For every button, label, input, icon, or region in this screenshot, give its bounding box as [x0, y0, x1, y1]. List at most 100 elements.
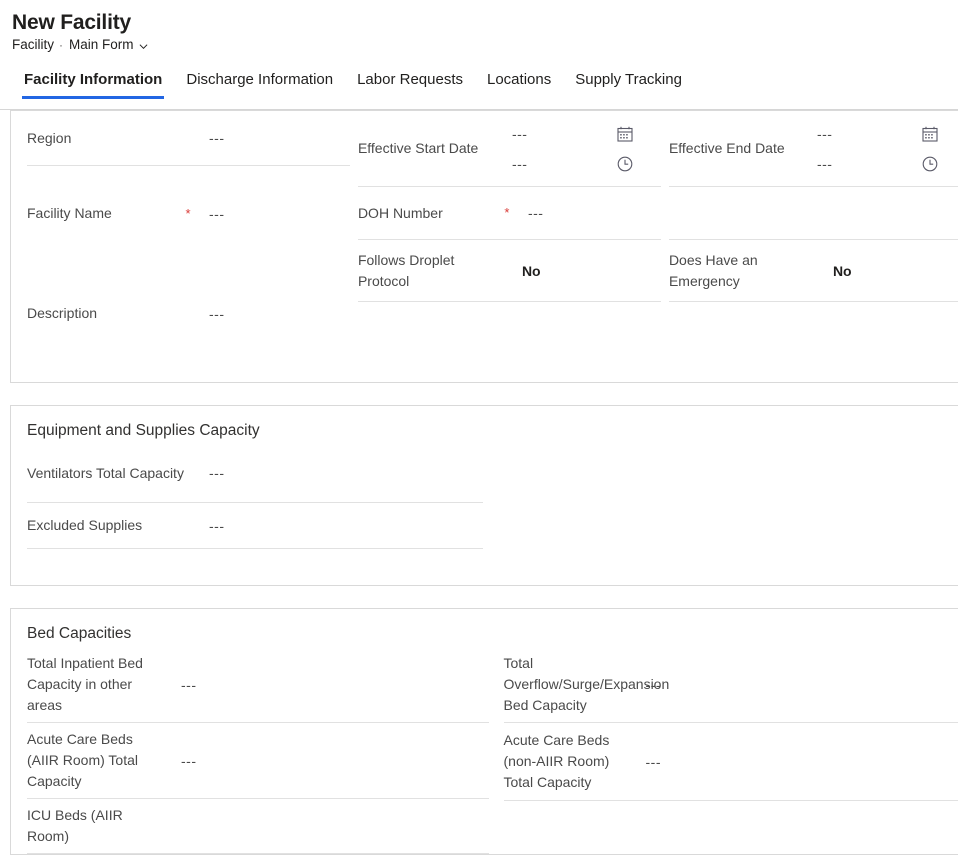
section-columns: Ventilators Total Capacity --- Excluded …: [11, 444, 958, 585]
form-selector[interactable]: Main Form: [69, 37, 148, 52]
tab-label: Locations: [487, 71, 551, 88]
time-value: ---: [512, 156, 616, 172]
required-indicator: *: [181, 207, 195, 221]
field-label: DOH Number: [358, 203, 500, 224]
column-middle: Effective Start Date ---: [350, 111, 661, 353]
field-spacer: [669, 302, 958, 353]
field-spacer: [27, 549, 483, 585]
field-label: Region: [27, 128, 181, 149]
form-tabs: Facility Information Discharge Informati…: [0, 52, 958, 99]
date-value: ---: [817, 126, 921, 142]
field-total-overflow-surge-expansion-bed-capacity[interactable]: Total Overflow/Surge/Expansion Bed Capac…: [504, 647, 958, 723]
field-label: Total Overflow/Surge/Expansion Bed Capac…: [504, 653, 628, 716]
clock-icon[interactable]: [616, 155, 634, 173]
field-label: Effective Start Date: [358, 138, 512, 159]
entity-name: Facility: [12, 37, 54, 52]
field-label: Does Have an Emergency: [669, 250, 815, 292]
field-value: ---: [628, 752, 662, 772]
field-label: Effective End Date: [669, 138, 817, 159]
tab-label: Facility Information: [24, 71, 162, 88]
datetime-inputs: ---: [512, 125, 661, 173]
date-value: ---: [512, 126, 616, 142]
field-value: No: [504, 261, 541, 281]
field-value: ---: [193, 463, 225, 483]
section-gap: [0, 586, 958, 608]
page-title: New Facility: [12, 10, 958, 36]
tab-facility-information[interactable]: Facility Information: [12, 70, 174, 99]
tab-supply-tracking[interactable]: Supply Tracking: [563, 70, 694, 99]
tab-label: Labor Requests: [357, 71, 463, 88]
field-label: Acute Care Beds (non-AIIR Room) Total Ca…: [504, 730, 628, 793]
page-header: New Facility Facility · Main Form: [0, 0, 958, 52]
section-title: Equipment and Supplies Capacity: [11, 406, 958, 444]
field-spacer: [27, 241, 350, 290]
form-scroll-area[interactable]: Region --- Facility Name * --- Descripti…: [0, 110, 958, 855]
section-columns: Total Inpatient Bed Capacity in other ar…: [11, 647, 958, 854]
date-row[interactable]: ---: [817, 125, 958, 143]
calendar-icon[interactable]: [616, 125, 634, 143]
field-acute-care-beds-aiir-room-total-capacity[interactable]: Acute Care Beds (AIIR Room) Total Capaci…: [27, 723, 489, 799]
field-excluded-supplies[interactable]: Excluded Supplies ---: [27, 503, 483, 549]
field-icu-beds-aiir-room[interactable]: ICU Beds (AIIR Room): [27, 799, 489, 854]
clock-icon[interactable]: [921, 155, 939, 173]
column-right: Effective End Date ---: [661, 111, 958, 353]
column-left: Ventilators Total Capacity --- Excluded …: [11, 444, 483, 585]
column-left: Total Inpatient Bed Capacity in other ar…: [11, 647, 489, 854]
field-total-inpatient-bed-capacity-in-other-areas[interactable]: Total Inpatient Bed Capacity in other ar…: [27, 647, 489, 723]
tab-label: Supply Tracking: [575, 71, 682, 88]
section-title: Bed Capacities: [11, 609, 958, 647]
section-equipment-and-supplies-capacity: Equipment and Supplies Capacity Ventilat…: [10, 405, 958, 586]
field-effective-end-date[interactable]: Effective End Date ---: [669, 111, 958, 187]
field-value: ---: [163, 751, 197, 771]
field-value: ---: [514, 203, 544, 223]
field-value: No: [815, 261, 852, 281]
section-facility-information: Region --- Facility Name * --- Descripti…: [10, 110, 958, 383]
field-spacer: [358, 302, 661, 353]
field-spacer: [27, 338, 350, 382]
field-value: ---: [195, 204, 225, 224]
chevron-down-icon: [139, 39, 148, 48]
section-gap: [0, 383, 958, 405]
breadcrumb: Facility · Main Form: [12, 37, 958, 52]
date-row[interactable]: ---: [512, 125, 661, 143]
field-description[interactable]: Description ---: [27, 290, 350, 338]
column-right: Total Overflow/Surge/Expansion Bed Capac…: [489, 647, 958, 801]
field-spacer: [669, 187, 958, 240]
time-value: ---: [817, 156, 921, 172]
section-columns: Region --- Facility Name * --- Descripti…: [11, 111, 958, 382]
column-left: Region --- Facility Name * --- Descripti…: [11, 111, 350, 382]
field-follows-droplet-protocol[interactable]: Follows Droplet Protocol No: [358, 240, 661, 302]
field-region[interactable]: Region ---: [27, 111, 350, 166]
field-ventilators-total-capacity[interactable]: Ventilators Total Capacity ---: [27, 444, 483, 503]
time-row[interactable]: ---: [512, 155, 661, 173]
required-indicator: *: [500, 206, 514, 220]
field-value: ---: [195, 128, 225, 148]
field-label: Facility Name: [27, 203, 181, 224]
field-label: Excluded Supplies: [27, 515, 193, 536]
tab-locations[interactable]: Locations: [475, 70, 563, 99]
field-label: Total Inpatient Bed Capacity in other ar…: [27, 653, 163, 716]
field-label: Ventilators Total Capacity: [27, 463, 193, 484]
time-row[interactable]: ---: [817, 155, 958, 173]
field-effective-start-date[interactable]: Effective Start Date ---: [358, 111, 661, 187]
calendar-icon[interactable]: [921, 125, 939, 143]
field-acute-care-beds-non-aiir-room-total-capacity[interactable]: Acute Care Beds (non-AIIR Room) Total Ca…: [504, 723, 958, 801]
field-value: ---: [195, 304, 225, 324]
field-doh-number[interactable]: DOH Number * ---: [358, 187, 661, 240]
tab-labor-requests[interactable]: Labor Requests: [345, 70, 475, 99]
field-does-have-an-emergency[interactable]: Does Have an Emergency No: [669, 240, 958, 302]
section-bed-capacities: Bed Capacities Total Inpatient Bed Capac…: [10, 608, 958, 855]
datetime-inputs: ---: [817, 125, 958, 173]
field-spacer: [27, 166, 350, 187]
field-value: ---: [628, 675, 662, 695]
field-label: Acute Care Beds (AIIR Room) Total Capaci…: [27, 729, 163, 792]
field-label: Description: [27, 303, 181, 324]
form-selector-label: Main Form: [69, 37, 134, 52]
breadcrumb-separator: ·: [59, 38, 63, 52]
field-label: ICU Beds (AIIR Room): [27, 805, 163, 847]
field-label: Follows Droplet Protocol: [358, 250, 504, 292]
tab-discharge-information[interactable]: Discharge Information: [174, 70, 345, 99]
tab-label: Discharge Information: [186, 71, 333, 88]
field-value: ---: [193, 516, 225, 536]
field-facility-name[interactable]: Facility Name * ---: [27, 187, 350, 241]
